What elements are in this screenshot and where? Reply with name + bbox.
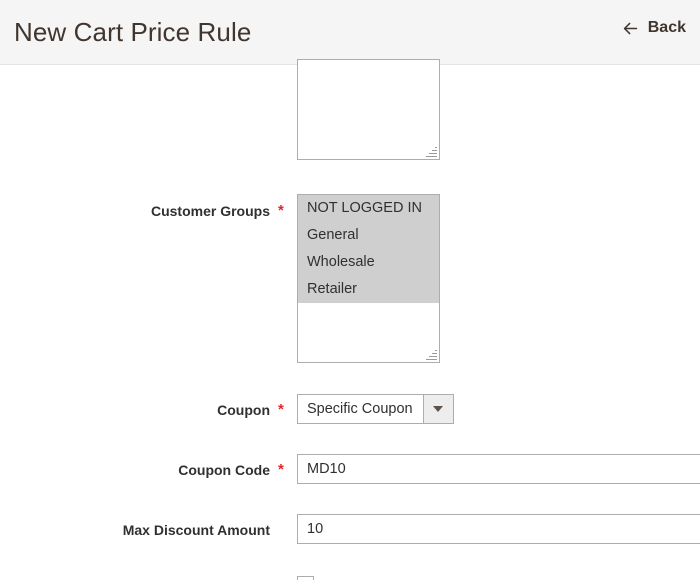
coupon-code-required-marker: *: [278, 461, 284, 478]
coupon-select[interactable]: Specific Coupon: [297, 394, 454, 424]
coupon-code-label: Coupon Code: [178, 462, 270, 478]
multiselect-option[interactable]: General: [298, 222, 439, 249]
cart-price-rule-page: New Cart Price Rule Back Customer Groups…: [0, 0, 700, 580]
customer-groups-required-marker: *: [278, 202, 284, 219]
max-discount-amount-label: Max Discount Amount: [122, 522, 270, 538]
customer-groups-label: Customer Groups: [150, 203, 270, 219]
description-textarea[interactable]: [297, 59, 440, 160]
multiselect-option[interactable]: NOT LOGGED IN: [298, 195, 439, 222]
back-button[interactable]: Back: [622, 19, 686, 37]
customer-groups-wrapper: NOT LOGGED IN General Wholesale Retailer: [297, 194, 440, 363]
page-header: New Cart Price Rule Back: [0, 0, 700, 65]
customer-groups-multiselect[interactable]: NOT LOGGED IN General Wholesale Retailer: [297, 194, 440, 363]
coupon-code-input[interactable]: [297, 454, 700, 484]
coupon-select-toggle[interactable]: [422, 395, 453, 423]
multiselect-option[interactable]: Retailer: [298, 276, 439, 303]
multiselect-option[interactable]: Wholesale: [298, 249, 439, 276]
back-button-label: Back: [647, 19, 686, 36]
description-textarea-wrapper: [297, 59, 440, 160]
page-title: New Cart Price Rule: [14, 17, 252, 47]
arrow-left-icon: [623, 22, 637, 34]
max-discount-amount-input[interactable]: [297, 514, 700, 544]
form-body: Customer Groups * NOT LOGGED IN General …: [0, 59, 700, 580]
next-field-control-stub[interactable]: [297, 576, 314, 580]
chevron-down-icon: [433, 406, 444, 412]
coupon-label: Coupon: [217, 402, 270, 418]
coupon-required-marker: *: [278, 401, 284, 418]
coupon-select-value: Specific Coupon: [307, 401, 413, 417]
